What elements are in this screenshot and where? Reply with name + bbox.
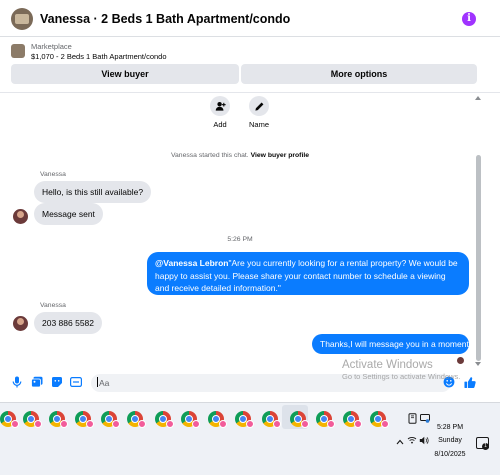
volume-icon[interactable] bbox=[419, 436, 429, 447]
add-person-icon[interactable] bbox=[210, 96, 230, 116]
add-label: Add bbox=[213, 120, 227, 129]
listing-panel: Marketplace $1,070 - 2 Beds 1 Bath Apart… bbox=[0, 37, 500, 93]
divider bbox=[0, 92, 500, 93]
chrome-icon[interactable] bbox=[316, 411, 335, 428]
thumbs-up-icon[interactable] bbox=[464, 376, 476, 388]
gif-icon[interactable] bbox=[70, 376, 82, 388]
listing-avatar[interactable] bbox=[11, 8, 33, 30]
chat-window: Vanessa · 2 Beds 1 Bath Apartment/condo … bbox=[0, 0, 500, 402]
chrome-icon[interactable] bbox=[49, 411, 68, 428]
microphone-icon[interactable] bbox=[11, 376, 23, 388]
taskbar-clock-day[interactable]: Sunday bbox=[430, 437, 470, 444]
sender-name: Vanessa bbox=[40, 171, 66, 178]
message-timestamp: 5:26 PM bbox=[227, 236, 253, 243]
chrome-icon[interactable] bbox=[75, 411, 94, 428]
watermark-subtitle: Go to Settings to activate Windows. bbox=[342, 372, 461, 381]
listing-thumbnail[interactable] bbox=[11, 44, 25, 58]
chrome-icon[interactable] bbox=[208, 411, 227, 428]
listing-title[interactable]: $1,070 - 2 Beds 1 Bath Apartment/condo bbox=[31, 52, 167, 61]
view-buyer-profile-link[interactable]: View buyer profile bbox=[251, 152, 309, 159]
outgoing-message[interactable]: @Vanessa Lebron"Are you currently lookin… bbox=[147, 252, 469, 295]
outgoing-message[interactable]: Thanks,I will message you in a moment. bbox=[312, 334, 471, 354]
watermark-title: Activate Windows bbox=[342, 359, 433, 371]
name-action[interactable]: Name bbox=[239, 96, 279, 129]
tablet-icon[interactable] bbox=[408, 413, 417, 426]
add-action[interactable]: Add bbox=[200, 96, 240, 129]
chrome-icon[interactable] bbox=[101, 411, 120, 428]
scrollbar-thumb[interactable] bbox=[476, 155, 481, 361]
incoming-message[interactable]: Message sent bbox=[34, 203, 103, 225]
sender-name: Vanessa bbox=[40, 302, 66, 309]
marketplace-label: Marketplace bbox=[31, 42, 72, 51]
activate-windows-watermark: Activate Windows Go to Settings to activ… bbox=[342, 359, 460, 381]
chrome-icon[interactable] bbox=[235, 411, 254, 428]
chrome-icon[interactable] bbox=[262, 411, 281, 428]
notification-badge: 1 bbox=[482, 443, 489, 450]
taskbar-clock-date[interactable]: 8/10/2025 bbox=[430, 451, 470, 458]
chrome-icon[interactable] bbox=[0, 411, 19, 428]
chrome-icon[interactable] bbox=[343, 411, 362, 428]
chrome-icon[interactable] bbox=[127, 411, 146, 428]
more-options-button[interactable]: More options bbox=[241, 64, 477, 84]
chevron-up-icon[interactable] bbox=[396, 437, 404, 447]
incoming-message[interactable]: Hello, is this still available? bbox=[34, 181, 152, 203]
avatar[interactable] bbox=[13, 209, 28, 224]
incoming-message[interactable]: 203 886 5582 bbox=[34, 312, 102, 334]
mention[interactable]: @Vanessa Lebron bbox=[155, 258, 228, 268]
taskbar-clock-time[interactable]: 5:28 PM bbox=[430, 424, 470, 431]
chrome-icon[interactable] bbox=[181, 411, 200, 428]
network-status-icon[interactable] bbox=[420, 414, 430, 425]
chat-header: Vanessa · 2 Beds 1 Bath Apartment/condo … bbox=[0, 0, 500, 37]
sticker-icon[interactable] bbox=[51, 376, 63, 388]
name-label: Name bbox=[248, 120, 269, 129]
chrome-icon[interactable] bbox=[23, 411, 42, 428]
view-buyer-button[interactable]: View buyer bbox=[11, 64, 239, 84]
chrome-icon[interactable] bbox=[370, 411, 389, 428]
photo-icon[interactable] bbox=[31, 376, 43, 388]
avatar[interactable] bbox=[13, 316, 28, 331]
chat-title[interactable]: Vanessa · 2 Beds 1 Bath Apartment/condo bbox=[40, 12, 290, 26]
chrome-icon[interactable] bbox=[290, 411, 309, 428]
chrome-icon[interactable] bbox=[155, 411, 174, 428]
pencil-icon[interactable] bbox=[249, 96, 269, 116]
chat-started-note: Vanessa started this chat. View buyer pr… bbox=[0, 152, 480, 159]
wifi-icon[interactable] bbox=[407, 436, 417, 446]
chat-started-text: Vanessa started this chat. bbox=[170, 152, 249, 159]
info-icon[interactable]: i bbox=[462, 12, 476, 26]
scroll-up-arrow-icon[interactable] bbox=[475, 96, 481, 100]
scroll-down-arrow-icon[interactable] bbox=[475, 362, 481, 366]
